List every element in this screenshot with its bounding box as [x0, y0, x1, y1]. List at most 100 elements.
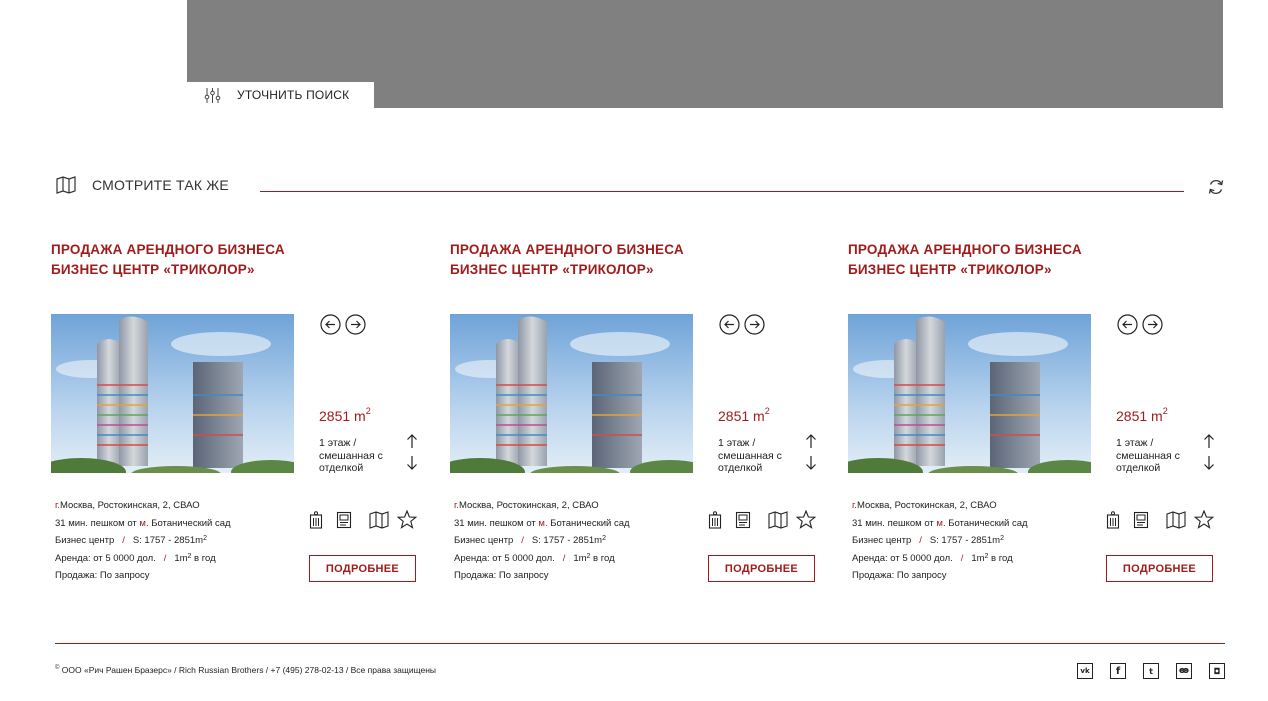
listing-area-sup: 2: [1162, 406, 1168, 416]
map-icon[interactable]: [768, 510, 788, 529]
separator: /: [919, 535, 922, 546]
listing-title-line1[interactable]: ПРОДАЖА АРЕНДНОГО БИЗНЕСА: [51, 240, 311, 260]
walk-text: 31 мин. пешком от: [454, 517, 539, 529]
listing-metro: 31 мин. пешком от м. Ботанический сад: [454, 515, 630, 533]
listing-rent: Аренда: от 5 0000 дол. / 1m2 в год: [454, 550, 630, 568]
listing-area-sup: 2: [764, 406, 770, 416]
arrow-right-icon[interactable]: [1142, 314, 1163, 335]
listing-title[interactable]: ПРОДАЖА АРЕНДНОГО БИЗНЕСА БИЗНЕС ЦЕНТР «…: [51, 240, 311, 280]
listing-photo[interactable]: [848, 314, 1091, 473]
listing-title-line2[interactable]: БИЗНЕС ЦЕНТР «ТРИКОЛОР»: [450, 260, 710, 280]
refine-search-button[interactable]: УТОЧНИТЬ ПОИСК: [187, 82, 374, 108]
listing-photo[interactable]: [51, 314, 294, 473]
metro-name: Ботанический сад: [148, 517, 231, 529]
elevator-icon[interactable]: [708, 510, 722, 529]
more-details-button[interactable]: ПОДРОБНЕЕ: [309, 555, 416, 582]
arrow-up-icon[interactable]: [406, 433, 418, 449]
listing-title-line2[interactable]: БИЗНЕС ЦЕНТР «ТРИКОЛОР»: [51, 260, 311, 280]
arrow-down-icon[interactable]: [406, 455, 418, 471]
arrow-right-icon[interactable]: [744, 314, 765, 335]
document-icon[interactable]: [336, 511, 352, 529]
listing-floor: 1 этаж / смешанная с отделкой: [718, 437, 782, 474]
arrow-up-icon[interactable]: [805, 433, 817, 449]
sliders-icon: [204, 87, 221, 103]
listing-details: г.Москва, Ростокинская, 2, СВАО 31 мин. …: [454, 497, 630, 585]
photo-nav: [719, 314, 765, 335]
rent-unit-sup: 2: [187, 552, 192, 560]
map-icon: [56, 176, 76, 194]
elevator-icon[interactable]: [1106, 510, 1120, 529]
listing-sale: Продажа: По запросу: [55, 570, 150, 581]
separator: /: [163, 552, 167, 564]
arrow-down-icon[interactable]: [1203, 455, 1215, 471]
star-icon[interactable]: [397, 510, 417, 529]
size-range: S: 1757 - 2851m: [929, 535, 1001, 546]
listing-details: г.Москва, Ростокинская, 2, СВАО 31 мин. …: [55, 497, 231, 585]
listing-metro: 31 мин. пешком от м. Ботанический сад: [55, 515, 231, 533]
building-image: [848, 314, 1091, 473]
listing-area: 2851 m2: [319, 406, 371, 424]
document-icon[interactable]: [1133, 511, 1149, 529]
more-details-button[interactable]: ПОДРОБНЕЕ: [1106, 555, 1213, 582]
see-also-title: СМОТРИТЕ ТАК ЖЕ: [92, 177, 229, 193]
listing-floor: 1 этаж / смешанная с отделкой: [319, 437, 383, 474]
rent-unit: 1m: [971, 552, 985, 564]
elevator-icon[interactable]: [309, 510, 323, 529]
listing-type-size: Бизнес центр / S: 1757 - 2851m2: [852, 532, 1028, 550]
rent-unit: 1m: [573, 552, 587, 564]
listing-title[interactable]: ПРОДАЖА АРЕНДНОГО БИЗНЕСА БИЗНЕС ЦЕНТР «…: [848, 240, 1108, 280]
listing-card: ПРОДАЖА АРЕНДНОГО БИЗНЕСА БИЗНЕС ЦЕНТР «…: [848, 240, 1223, 590]
arrow-left-icon[interactable]: [320, 314, 341, 335]
listing-title[interactable]: ПРОДАЖА АРЕНДНОГО БИЗНЕСА БИЗНЕС ЦЕНТР «…: [450, 240, 710, 280]
listing-sale: Продажа: По запросу: [454, 570, 549, 581]
instagram-icon[interactable]: ◘: [1209, 663, 1225, 679]
listing-actions: [309, 510, 417, 529]
refresh-icon[interactable]: [1207, 178, 1225, 196]
size-sup: 2: [1000, 535, 1004, 542]
address-text: Москва, Ростокинская, 2, СВАО: [458, 500, 599, 511]
listing-title-line1[interactable]: ПРОДАЖА АРЕНДНОГО БИЗНЕСА: [848, 240, 1108, 260]
arrow-right-icon[interactable]: [345, 314, 366, 335]
listing-area: 2851 m2: [1116, 406, 1168, 424]
listing-address: г.Москва, Ростокинская, 2, СВАО: [454, 497, 630, 515]
size-range: S: 1757 - 2851m: [132, 535, 204, 546]
twitter-icon[interactable]: t: [1143, 663, 1159, 679]
listing-address: г.Москва, Ростокинская, 2, СВАО: [852, 497, 1028, 515]
listing-details: г.Москва, Ростокинская, 2, СВАО 31 мин. …: [852, 497, 1028, 585]
vk-icon[interactable]: vk: [1077, 663, 1093, 679]
arrow-left-icon[interactable]: [719, 314, 740, 335]
map-icon[interactable]: [369, 510, 389, 529]
arrow-left-icon[interactable]: [1117, 314, 1138, 335]
metro-name: Ботанический сад: [547, 517, 630, 529]
floor-nav: [805, 433, 817, 477]
listing-area-value: 2851 m: [1116, 408, 1163, 424]
social-links: vk f t ꙭ ◘: [1077, 663, 1225, 679]
see-also-header: СМОТРИТЕ ТАК ЖЕ: [56, 176, 229, 194]
star-icon[interactable]: [1194, 510, 1214, 529]
listing-actions: [1106, 510, 1214, 529]
building-type: Бизнес центр: [852, 535, 912, 546]
arrow-up-icon[interactable]: [1203, 433, 1215, 449]
document-icon[interactable]: [735, 511, 751, 529]
metro-name: Ботанический сад: [945, 517, 1028, 529]
copyright-body: ООО «Рич Рашен Бразерс» / Rich Russian B…: [59, 665, 436, 675]
photo-cloud: [570, 332, 670, 356]
metro-prefix: м.: [936, 517, 946, 529]
listing-title-line2[interactable]: БИЗНЕС ЦЕНТР «ТРИКОЛОР»: [848, 260, 1108, 280]
walk-text: 31 мин. пешком от: [852, 517, 937, 529]
rent-unit: 1m: [174, 552, 188, 564]
facebook-icon[interactable]: f: [1110, 663, 1126, 679]
divider: [260, 191, 1184, 192]
odnoklassniki-icon[interactable]: ꙭ: [1176, 663, 1192, 679]
listing-title-line1[interactable]: ПРОДАЖА АРЕНДНОГО БИЗНЕСА: [450, 240, 710, 260]
listing-floor: 1 этаж / смешанная с отделкой: [1116, 437, 1180, 474]
arrow-down-icon[interactable]: [805, 455, 817, 471]
photo-tower-main: [119, 316, 148, 466]
map-icon[interactable]: [1166, 510, 1186, 529]
building-image: [51, 314, 294, 473]
listing-photo[interactable]: [450, 314, 693, 473]
photo-tower-main: [916, 316, 945, 466]
star-icon[interactable]: [796, 510, 816, 529]
more-details-button[interactable]: ПОДРОБНЕЕ: [708, 555, 815, 582]
listing-area-sup: 2: [365, 406, 371, 416]
